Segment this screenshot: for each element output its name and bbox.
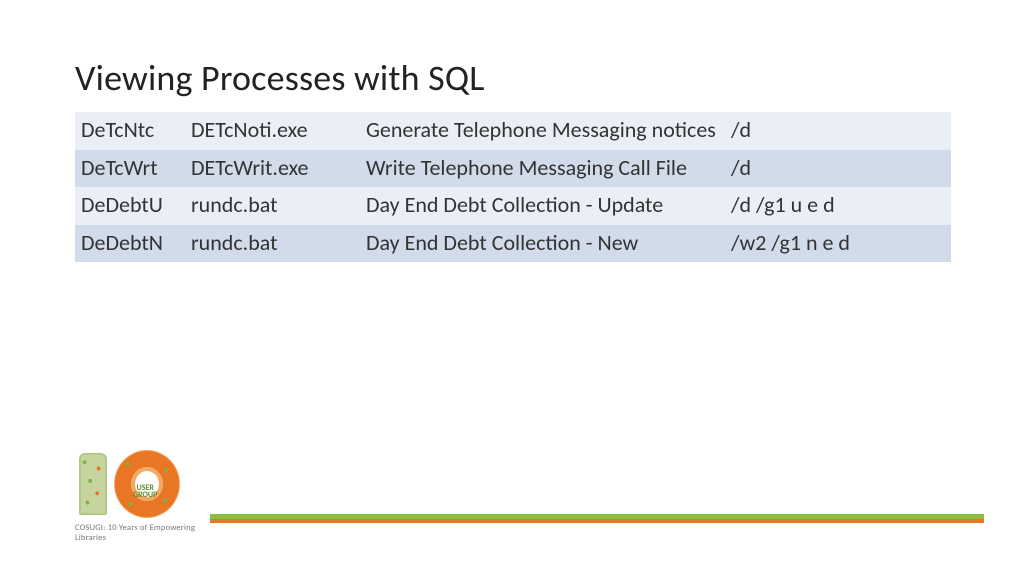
cell-exe: DETcWrit.exe — [185, 150, 360, 188]
cell-exe: rundc.bat — [185, 187, 360, 225]
cell-args: /d — [725, 112, 951, 150]
cell-args: /d — [725, 150, 951, 188]
digit-one-icon — [79, 453, 107, 515]
table-row: DeDebtU rundc.bat Day End Debt Collectio… — [75, 187, 951, 225]
logo-user-group: USER GROUP — [133, 485, 157, 499]
cell-desc: Day End Debt Collection - Update — [360, 187, 725, 225]
table-row: DeTcNtc DETcNoti.exe Generate Telephone … — [75, 112, 951, 150]
cell-code: DeDebtU — [75, 187, 185, 225]
cell-code: DeTcWrt — [75, 150, 185, 188]
cell-desc: Write Telephone Messaging Call File — [360, 150, 725, 188]
cell-args: /w2 /g1 n e d — [725, 225, 951, 263]
cell-args: /d /g1 u e d — [725, 187, 951, 225]
process-table: DeTcNtc DETcNoti.exe Generate Telephone … — [75, 112, 951, 262]
cell-desc: Day End Debt Collection - New — [360, 225, 725, 263]
table-row: DeTcWrt DETcWrit.exe Write Telephone Mes… — [75, 150, 951, 188]
table-row: DeDebtN rundc.bat Day End Debt Collectio… — [75, 225, 951, 263]
footer-stripe-icon — [210, 514, 984, 523]
logo-caption: COSUGI: 10 Years of Empowering Libraries — [75, 523, 205, 543]
slide-title: Viewing Processes with SQL — [75, 56, 485, 100]
cell-desc: Generate Telephone Messaging notices — [360, 112, 725, 150]
cell-exe: DETcNoti.exe — [185, 112, 360, 150]
cosugi-logo: USER GROUP COSUGI: 10 Years of Empowerin… — [75, 451, 205, 536]
cell-exe: rundc.bat — [185, 225, 360, 263]
cell-code: DeTcNtc — [75, 112, 185, 150]
cell-code: DeDebtN — [75, 225, 185, 263]
logo-ten-icon: USER GROUP — [75, 451, 205, 519]
slide: Viewing Processes with SQL DeTcNtc DETcN… — [0, 0, 1024, 576]
